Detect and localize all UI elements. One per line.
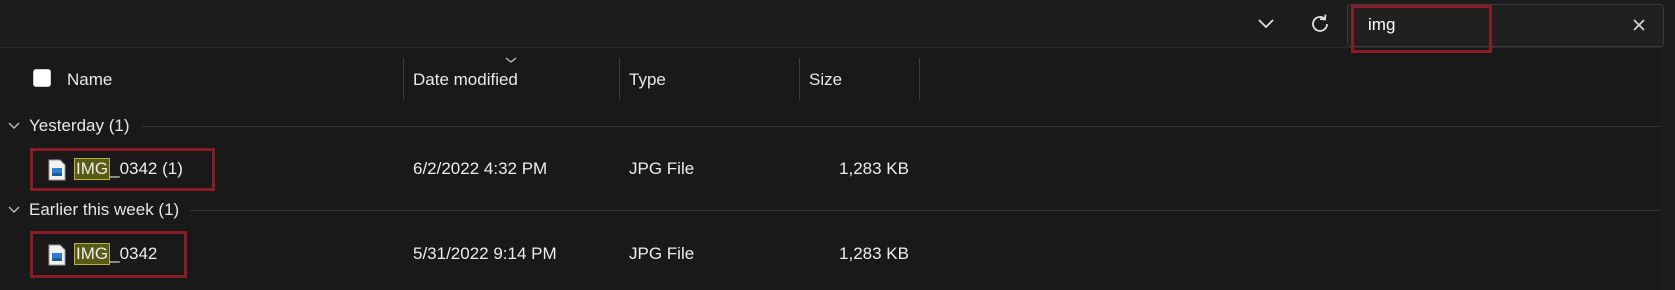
sort-indicator-icon <box>505 57 517 63</box>
vertical-scrollbar[interactable] <box>1661 47 1675 290</box>
column-divider[interactable] <box>619 58 620 100</box>
file-date: 6/2/2022 4:32 PM <box>413 159 548 178</box>
group-divider <box>142 126 1660 127</box>
search-input[interactable]: img <box>1368 15 1395 35</box>
search-box[interactable]: img <box>1347 4 1664 47</box>
file-type: JPG File <box>629 244 695 263</box>
refresh-icon <box>1312 14 1328 32</box>
file-size: 1,283 KB <box>839 159 909 178</box>
column-divider[interactable] <box>919 58 920 100</box>
column-header-name[interactable]: Name <box>67 60 112 100</box>
group-label: Earlier this week (1) <box>29 200 180 219</box>
search-match-highlight: IMG <box>74 243 111 265</box>
group-header-yesterday[interactable]: Yesterday (1) <box>0 111 129 141</box>
column-header-date-modified[interactable]: Date modified <box>413 60 518 100</box>
clear-search-button[interactable] <box>1625 11 1653 39</box>
column-header-type[interactable]: Type <box>629 60 666 100</box>
file-date: 5/31/2022 9:14 PM <box>413 244 557 263</box>
file-type: JPG File <box>629 159 695 178</box>
chevron-down-icon <box>8 206 20 213</box>
address-dropdown-button[interactable] <box>1250 8 1282 40</box>
toolbar: img <box>0 0 1675 48</box>
chevron-down-icon <box>8 122 20 129</box>
file-name-rest: _0342 (1) <box>110 159 183 178</box>
group-divider <box>190 210 1660 211</box>
file-row[interactable]: IMG _0342 5/31/2022 9:14 PM JPG File 1,28… <box>0 233 1660 275</box>
image-file-icon <box>48 244 66 266</box>
search-match-highlight: IMG <box>74 158 111 180</box>
column-type-label: Type <box>629 70 666 89</box>
image-file-icon <box>48 159 66 181</box>
group-label: Yesterday (1) <box>29 116 130 135</box>
column-name-label: Name <box>67 70 113 89</box>
select-all-checkbox[interactable] <box>33 69 51 87</box>
column-divider[interactable] <box>799 58 800 100</box>
chevron-down-icon <box>1258 19 1274 29</box>
refresh-button[interactable] <box>1302 6 1338 42</box>
file-row[interactable]: IMG _0342 (1) 6/2/2022 4:32 PM JPG File 1… <box>0 148 1660 190</box>
group-header-earlier-this-week[interactable]: Earlier this week (1) <box>0 195 179 225</box>
file-name: IMG _0342 (1) <box>74 148 183 190</box>
close-icon <box>1633 19 1645 31</box>
file-name: IMG _0342 <box>74 233 157 275</box>
file-name-rest: _0342 <box>110 244 158 263</box>
file-size: 1,283 KB <box>839 244 909 263</box>
column-size-label: Size <box>809 70 843 89</box>
column-date-label: Date modified <box>413 70 518 89</box>
column-header-size[interactable]: Size <box>809 60 842 100</box>
column-divider[interactable] <box>403 58 404 100</box>
